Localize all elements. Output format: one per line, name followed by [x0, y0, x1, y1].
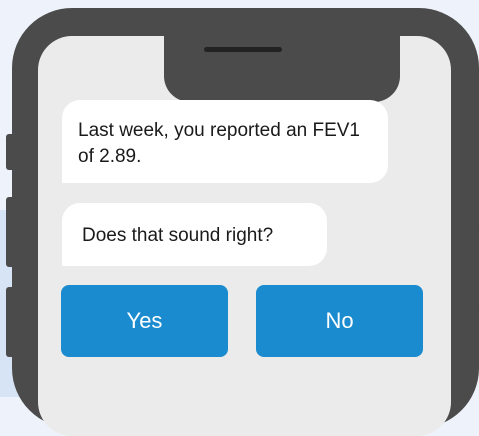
chat-message-text: Last week, you reported an FEV1 of 2.89.: [78, 120, 360, 167]
chat-bubble-previous-report: Last week, you reported an FEV1 of 2.89.: [62, 100, 388, 183]
phone-notch: [164, 36, 400, 102]
phone-power-button: [475, 230, 479, 310]
chat-bubble-confirmation-question: Does that sound right?: [62, 203, 327, 266]
yes-button[interactable]: Yes: [61, 285, 228, 357]
no-button-label: No: [325, 308, 354, 333]
no-button[interactable]: No: [256, 285, 423, 357]
phone-speaker: [204, 47, 282, 52]
chat-message-text: Does that sound right?: [82, 225, 274, 246]
yes-button-label: Yes: [126, 308, 163, 333]
